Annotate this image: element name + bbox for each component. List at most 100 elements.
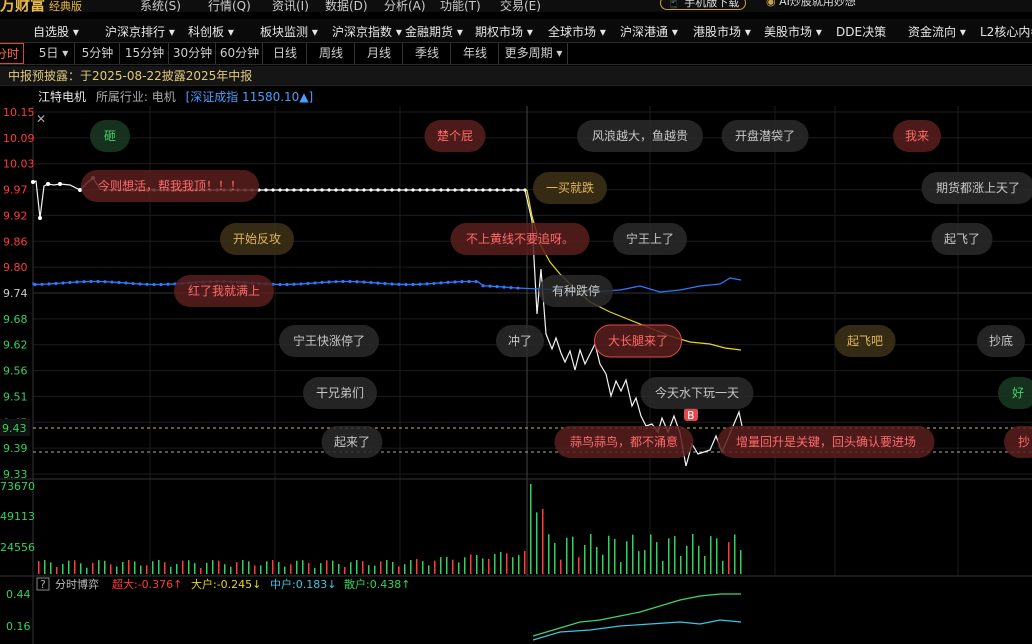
comment-text: 干兄弟们 xyxy=(316,385,364,400)
index-point xyxy=(166,282,170,286)
price-point xyxy=(341,188,345,192)
comment-text: 起飞了 xyxy=(944,232,980,246)
index-point xyxy=(54,281,58,286)
volume-bar xyxy=(560,559,562,574)
period-day[interactable]: 日线 xyxy=(264,43,307,64)
index-point xyxy=(362,280,366,284)
price-point xyxy=(481,188,485,192)
menu-quote[interactable]: 行情(Q) xyxy=(208,0,251,12)
price-point xyxy=(488,188,492,192)
nav-index[interactable]: 沪深京指数 ▾ xyxy=(332,23,402,40)
price-point xyxy=(446,188,450,192)
comment-text: 风浪越大，鱼越贵 xyxy=(592,128,688,143)
period-60min[interactable]: 60分钟 xyxy=(217,43,263,64)
price-point xyxy=(369,188,373,192)
mobile-download-button[interactable]: 📱 手机版下载 xyxy=(660,0,747,10)
price-point xyxy=(432,188,436,192)
index-point xyxy=(61,281,65,285)
comment-text: 一买就跌 xyxy=(546,180,594,195)
nav-connect[interactable]: 沪深港通 ▾ xyxy=(620,23,678,40)
index-point xyxy=(397,282,401,286)
period-5day[interactable]: 5日 ▾ xyxy=(33,43,75,64)
menu-news[interactable]: 资讯(I) xyxy=(272,0,309,12)
volume-bar xyxy=(374,565,376,574)
index-point xyxy=(376,281,380,285)
index-point xyxy=(75,280,79,284)
price-point xyxy=(502,188,506,192)
volume-tick: 24556 xyxy=(0,541,35,554)
nav-fund-flow[interactable]: 资金流向 ▾ xyxy=(908,23,966,40)
industry-name[interactable]: 电机 xyxy=(152,90,176,104)
volume-bar xyxy=(476,554,478,574)
nav-options[interactable]: 期权市场 ▾ xyxy=(475,23,533,40)
period-quarter[interactable]: 季线 xyxy=(404,43,451,64)
volume-bar xyxy=(266,561,268,574)
volume-bar xyxy=(614,538,616,574)
menu-data[interactable]: 数据(D) xyxy=(325,0,368,12)
game-panel: ? 分时博弈 超大:-0.376↑ 大户:-0.245↓ 中户:0.183↓ 散户:0.4… xyxy=(6,577,742,641)
period-more[interactable]: 更多周期 ▾ xyxy=(500,43,568,64)
menu-trade[interactable]: 交易(E) xyxy=(500,0,541,12)
index-point xyxy=(320,280,324,285)
volume-bar xyxy=(572,536,574,574)
nav-financial-futures[interactable]: 金融期货 ▾ xyxy=(405,23,463,40)
volume-bar xyxy=(248,561,250,574)
index-point xyxy=(369,280,373,285)
volume-bar xyxy=(200,567,202,574)
period-15min[interactable]: 15分钟 xyxy=(121,43,169,64)
nav-hk[interactable]: 港股市场 ▾ xyxy=(693,23,751,40)
volume-bar xyxy=(140,565,142,574)
menu-system[interactable]: 系统(S) xyxy=(140,0,181,12)
price-point xyxy=(334,188,338,192)
menu-analysis[interactable]: 分析(A) xyxy=(384,0,426,12)
volume-bar xyxy=(236,562,238,574)
nav-us[interactable]: 美股市场 ▾ xyxy=(764,23,822,40)
price-tick: 9.86 xyxy=(3,235,28,248)
earnings-notice: 中报预披露：于2025-08-22披露2025年中报 xyxy=(0,66,1032,86)
index-point xyxy=(124,281,128,285)
nav-star-market[interactable]: 科创板 ▾ xyxy=(188,23,234,40)
nav-ranking[interactable]: 沪深京排行 ▾ xyxy=(105,23,175,40)
volume-bar xyxy=(710,536,712,574)
price-tick: 9.56 xyxy=(3,365,28,378)
volume-bar xyxy=(692,534,694,574)
intraday-chart[interactable]: 10.15 10.09 10.03 9.97 9.92 9.86 9.80 9.74 9.68 9… xyxy=(0,106,1032,644)
period-5min[interactable]: 5分钟 xyxy=(76,43,120,64)
volume-bar xyxy=(152,561,154,574)
price-point xyxy=(474,188,478,192)
volume-bar xyxy=(488,558,490,574)
volume-bar xyxy=(278,562,280,574)
nav-global[interactable]: 全球市场 ▾ xyxy=(548,23,606,40)
period-month[interactable]: 月线 xyxy=(356,43,403,64)
nav-dde[interactable]: DDE决策 xyxy=(836,23,886,40)
index-point xyxy=(404,282,408,287)
volume-bar xyxy=(620,562,622,574)
volume-bar xyxy=(350,562,352,574)
nav-l2[interactable]: L2核心内参 xyxy=(980,23,1032,40)
nav-sector-monitor[interactable]: 板块监测 ▾ xyxy=(260,23,318,40)
volume-bar xyxy=(362,561,364,574)
volume-bar xyxy=(134,561,136,574)
index-quote[interactable]: [深证成指 11580.10▲] xyxy=(186,90,314,104)
period-intraday[interactable]: 分时 xyxy=(0,43,24,64)
period-year[interactable]: 年线 xyxy=(452,43,499,64)
period-30min[interactable]: 30分钟 xyxy=(170,43,216,64)
index-point xyxy=(292,282,296,286)
volume-bar xyxy=(80,563,82,574)
ai-promo-link[interactable]: ◉ AI炒股就用妙想 xyxy=(760,0,862,10)
price-point xyxy=(516,188,520,192)
index-point xyxy=(82,280,86,284)
period-week[interactable]: 周线 xyxy=(308,43,355,64)
menu-function[interactable]: 功能(T) xyxy=(440,0,481,12)
volume-bar xyxy=(542,509,544,574)
price-point xyxy=(292,188,296,192)
nav-watchlist[interactable]: 自选股 ▾ xyxy=(33,23,79,40)
volume-bar xyxy=(272,560,274,574)
volume-bar xyxy=(422,561,424,574)
index-point xyxy=(96,279,100,284)
index-point xyxy=(439,281,443,285)
price-tick: 9.92 xyxy=(3,209,28,222)
volume-bar xyxy=(518,555,520,574)
volume-bar xyxy=(170,566,172,574)
game-tick: 0.16 xyxy=(6,620,31,633)
